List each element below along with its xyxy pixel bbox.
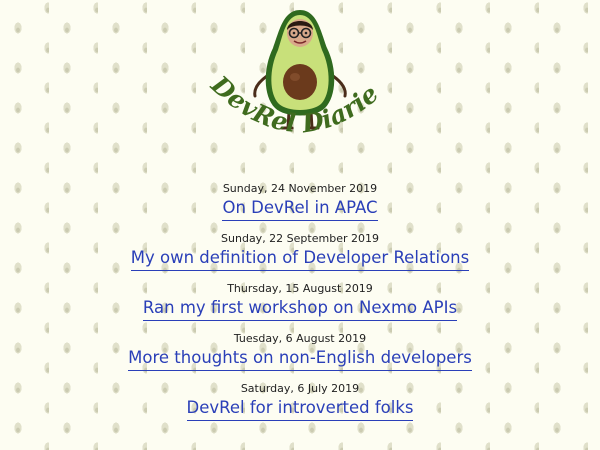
post-title-link[interactable]: DevRel for introverted folks [186, 398, 414, 421]
post-item: Saturday, 6 July 2019 DevRel for introve… [0, 382, 600, 421]
post-item: Sunday, 22 September 2019 My own definit… [0, 232, 600, 271]
post-date: Sunday, 24 November 2019 [222, 182, 378, 195]
post-date: Tuesday, 6 August 2019 [233, 332, 367, 345]
site-logo[interactable]: DevRel Diaries [197, 0, 395, 174]
post-item: Sunday, 24 November 2019 On DevRel in AP… [0, 182, 600, 221]
post-title-link[interactable]: Ran my first workshop on Nexmo APIs [142, 298, 458, 321]
post-title-link[interactable]: More thoughts on non-English developers [128, 348, 472, 371]
post-list: Sunday, 24 November 2019 On DevRel in AP… [0, 182, 600, 432]
page: DevRel Diaries Sunday, 24 November 2019 … [0, 0, 600, 450]
post-item: Tuesday, 6 August 2019 More thoughts on … [0, 332, 600, 371]
avocado-mascot-icon: DevRel Diaries [197, 0, 384, 139]
post-date: Sunday, 22 September 2019 [221, 232, 379, 245]
post-item: Thursday, 15 August 2019 Ran my first wo… [0, 282, 600, 321]
post-title-link[interactable]: On DevRel in APAC [222, 198, 378, 221]
post-date: Thursday, 15 August 2019 [227, 282, 373, 295]
post-date: Saturday, 6 July 2019 [240, 382, 360, 395]
post-title-link[interactable]: My own definition of Developer Relations [130, 248, 470, 271]
